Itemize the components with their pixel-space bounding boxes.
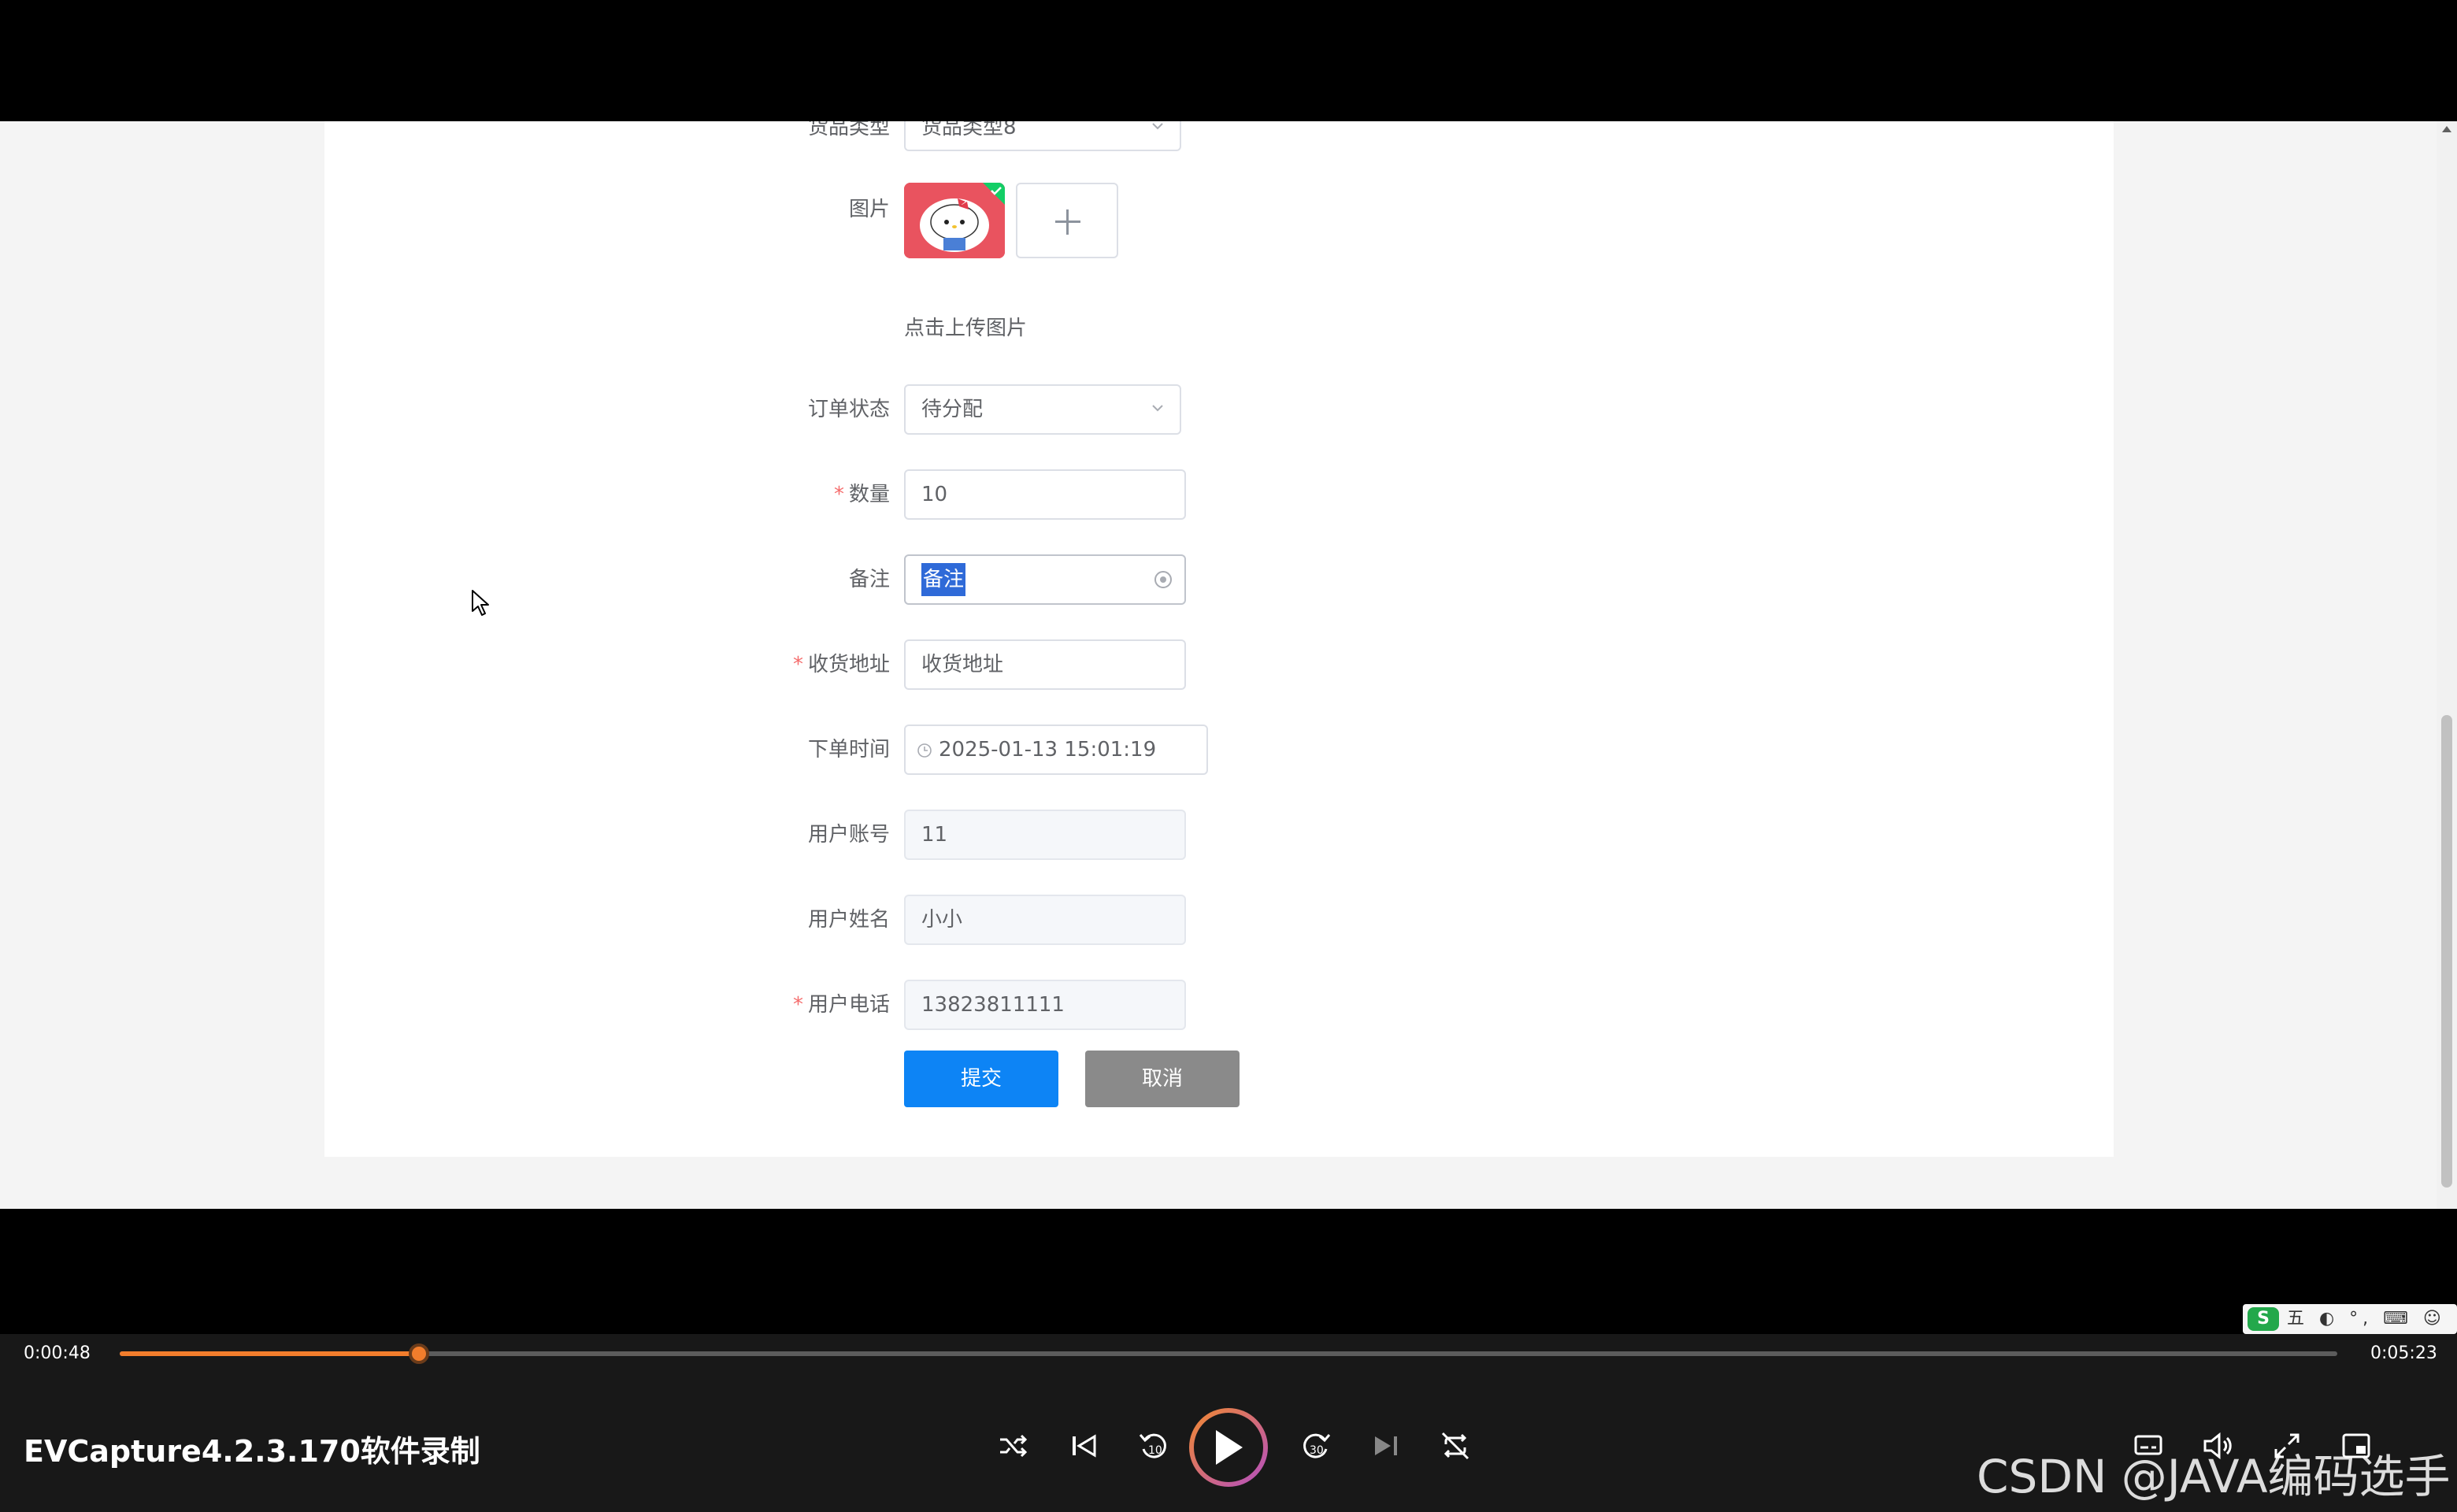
- order-time-picker[interactable]: 2025-01-13 15:01:19: [904, 724, 1208, 775]
- order-status-select[interactable]: 待分配: [904, 384, 1181, 435]
- user-account-row: 用户账号 11: [324, 810, 1427, 860]
- quantity-value: 10: [921, 483, 948, 506]
- user-name-row: 用户姓名 小小: [324, 895, 1427, 945]
- user-phone-label: * 用户电话: [793, 980, 890, 1030]
- goods-type-value: 货品类型8: [921, 121, 1017, 139]
- page-scrollbar[interactable]: [2437, 121, 2457, 1209]
- order-status-value: 待分配: [921, 398, 984, 421]
- progress-fill: [120, 1351, 420, 1356]
- mouse-cursor-icon: [472, 590, 489, 616]
- skip-next-icon: [1375, 1436, 1397, 1455]
- user-account-label: 用户账号: [807, 823, 890, 847]
- image-label: 图片: [848, 198, 890, 221]
- required-mark: *: [833, 483, 844, 506]
- cancel-button[interactable]: 取消: [1085, 1051, 1240, 1107]
- user-account-value: 11: [921, 823, 948, 847]
- order-time-value: 2025-01-13 15:01:19: [939, 738, 1157, 762]
- user-account-input: 11: [904, 810, 1186, 860]
- user-phone-label-text: 用户电话: [807, 993, 890, 1017]
- play-button[interactable]: [1189, 1408, 1268, 1487]
- svg-text:30: 30: [1310, 1444, 1324, 1457]
- goods-type-row: 货品类型 货品类型8: [324, 121, 1427, 153]
- sogou-ime-logo: S: [2248, 1307, 2279, 1331]
- repeat-off-icon: [1441, 1432, 1469, 1460]
- order-form-card: 货品类型 货品类型8 图片 点击上传图片 订单状态 待分配 * 数量 10 备注…: [324, 121, 2114, 1157]
- chevron-down-icon: [1152, 123, 1163, 130]
- play-icon: [1216, 1430, 1243, 1465]
- clear-icon[interactable]: [1154, 571, 1172, 588]
- user-name-value: 小小: [921, 908, 963, 932]
- user-name-input: 小小: [904, 895, 1186, 945]
- forward-30-button[interactable]: 30: [1298, 1427, 1336, 1465]
- ime-toolbar[interactable]: S 五 ◐ °, ⌨ ☺ ⚙: [2243, 1304, 2457, 1358]
- user-phone-input: 13823811111: [904, 980, 1186, 1030]
- progress-track[interactable]: [120, 1351, 2337, 1356]
- rewind-10-icon: 10: [1139, 1433, 1166, 1458]
- current-time: 0:00:48: [24, 1343, 91, 1363]
- required-mark: *: [792, 653, 803, 676]
- svg-text:10: 10: [1148, 1444, 1162, 1457]
- chevron-down-icon: [1152, 405, 1163, 412]
- clock-icon: [917, 743, 932, 758]
- submit-button[interactable]: 提交: [904, 1051, 1058, 1107]
- quantity-row: * 数量 10: [324, 469, 1427, 520]
- shuffle-button[interactable]: [994, 1427, 1032, 1465]
- video-title: EVCapture4.2.3.170软件录制: [24, 1434, 480, 1469]
- order-time-label: 下单时间: [807, 738, 890, 762]
- goods-type-select[interactable]: 货品类型8: [904, 121, 1181, 151]
- image-row: 图片: [324, 184, 1427, 235]
- scrollbar-thumb[interactable]: [2441, 715, 2452, 1188]
- web-page-viewport: 货品类型 货品类型8 图片 点击上传图片 订单状态 待分配 * 数量 10 备注…: [0, 121, 2457, 1209]
- add-image-button[interactable]: [1016, 183, 1118, 258]
- user-phone-value: 13823811111: [921, 993, 1065, 1017]
- forward-30-icon: 30: [1303, 1433, 1331, 1458]
- user-name-label: 用户姓名: [807, 908, 890, 932]
- user-phone-row: * 用户电话 13823811111: [324, 980, 1427, 1030]
- screen-root: 货品类型 货品类型8 图片 点击上传图片 订单状态 待分配 * 数量 10 备注…: [0, 0, 2457, 1512]
- order-status-row: 订单状态 待分配: [324, 384, 1427, 435]
- quantity-label: * 数量: [834, 469, 890, 520]
- address-row: * 收货地址 收货地址: [324, 639, 1427, 690]
- uploaded-image-thumbnail[interactable]: [904, 183, 1005, 258]
- required-mark: *: [792, 993, 803, 1017]
- remark-value-selected: 备注: [921, 563, 966, 596]
- rewind-10-button[interactable]: 10: [1134, 1427, 1172, 1465]
- previous-button[interactable]: [1065, 1427, 1102, 1465]
- quantity-input[interactable]: 10: [904, 469, 1186, 520]
- csdn-watermark: CSDN @JAVA编码选手: [1977, 1450, 2451, 1503]
- total-time: 0:05:23: [2370, 1343, 2437, 1363]
- repeat-off-button[interactable]: [1436, 1427, 1474, 1465]
- shuffle-icon: [1000, 1434, 1028, 1458]
- address-label: * 收货地址: [793, 639, 890, 690]
- next-button[interactable]: [1367, 1427, 1405, 1465]
- order-status-label: 订单状态: [807, 398, 890, 421]
- scroll-up-arrow-icon[interactable]: [2442, 126, 2451, 132]
- progress-knob[interactable]: [409, 1343, 430, 1364]
- goods-type-label: 货品类型: [807, 121, 890, 139]
- upload-hint: 点击上传图片: [904, 317, 1028, 340]
- address-label-text: 收货地址: [807, 653, 890, 676]
- skip-previous-icon: [1073, 1434, 1096, 1458]
- address-placeholder: 收货地址: [921, 653, 1004, 676]
- remark-label: 备注: [848, 568, 890, 591]
- address-input[interactable]: 收货地址: [904, 639, 1186, 690]
- remark-input[interactable]: 备注: [904, 554, 1186, 605]
- hello-kitty-image: [904, 183, 1005, 258]
- order-time-row: 下单时间 2025-01-13 15:01:19: [324, 724, 1427, 775]
- quantity-label-text: 数量: [848, 483, 890, 506]
